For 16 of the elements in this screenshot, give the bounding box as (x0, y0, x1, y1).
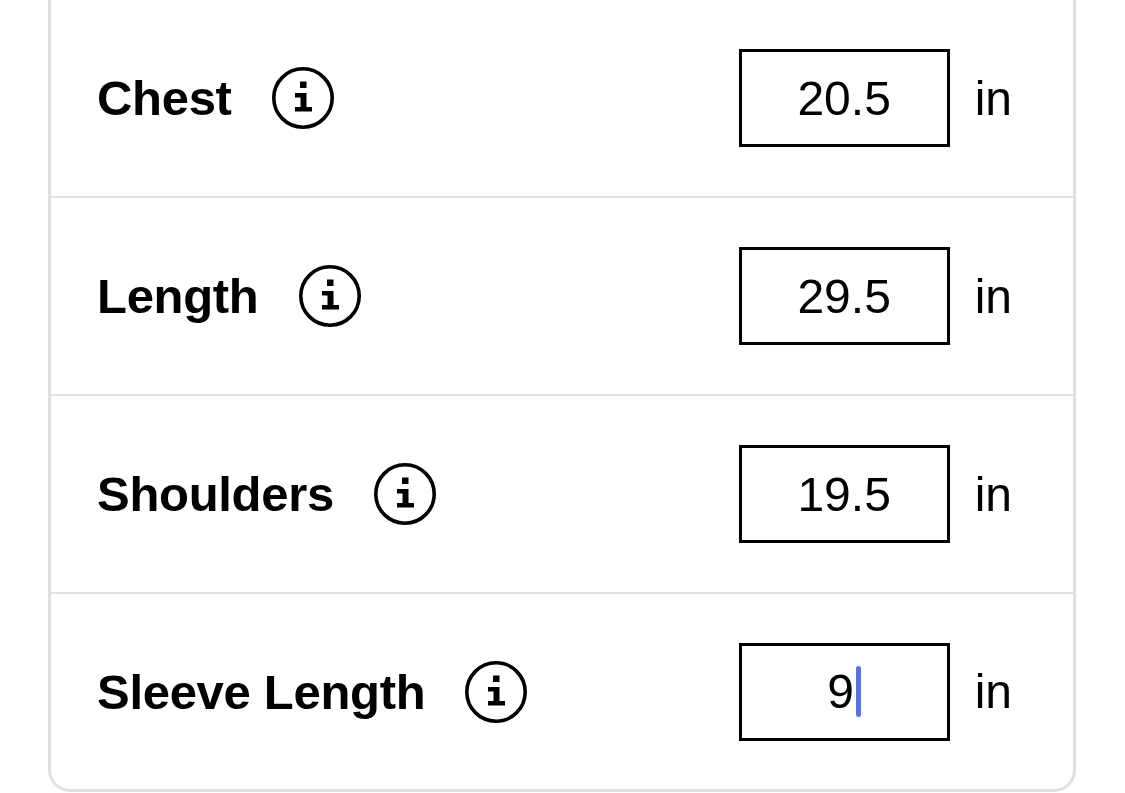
info-icon[interactable] (373, 463, 436, 525)
unit-label: in (974, 268, 1012, 324)
measurement-label: Sleeve Length (97, 663, 426, 720)
unit-label: in (974, 466, 1012, 522)
input-field[interactable]: 29.5 (738, 247, 950, 345)
input-field[interactable]: 19.5 (738, 445, 950, 543)
measurement-label: Length (97, 268, 259, 324)
input-field[interactable]: 9 (738, 642, 950, 741)
info-icon[interactable] (271, 67, 334, 129)
info-icon[interactable] (465, 660, 528, 723)
info-icon[interactable] (298, 265, 361, 327)
unit-label: in (974, 664, 1012, 719)
input-field[interactable]: 20.5 (738, 49, 950, 147)
unit-label: in (974, 70, 1012, 126)
measurement-label: Shoulders (97, 466, 334, 522)
measurement-label: Chest (97, 70, 232, 126)
